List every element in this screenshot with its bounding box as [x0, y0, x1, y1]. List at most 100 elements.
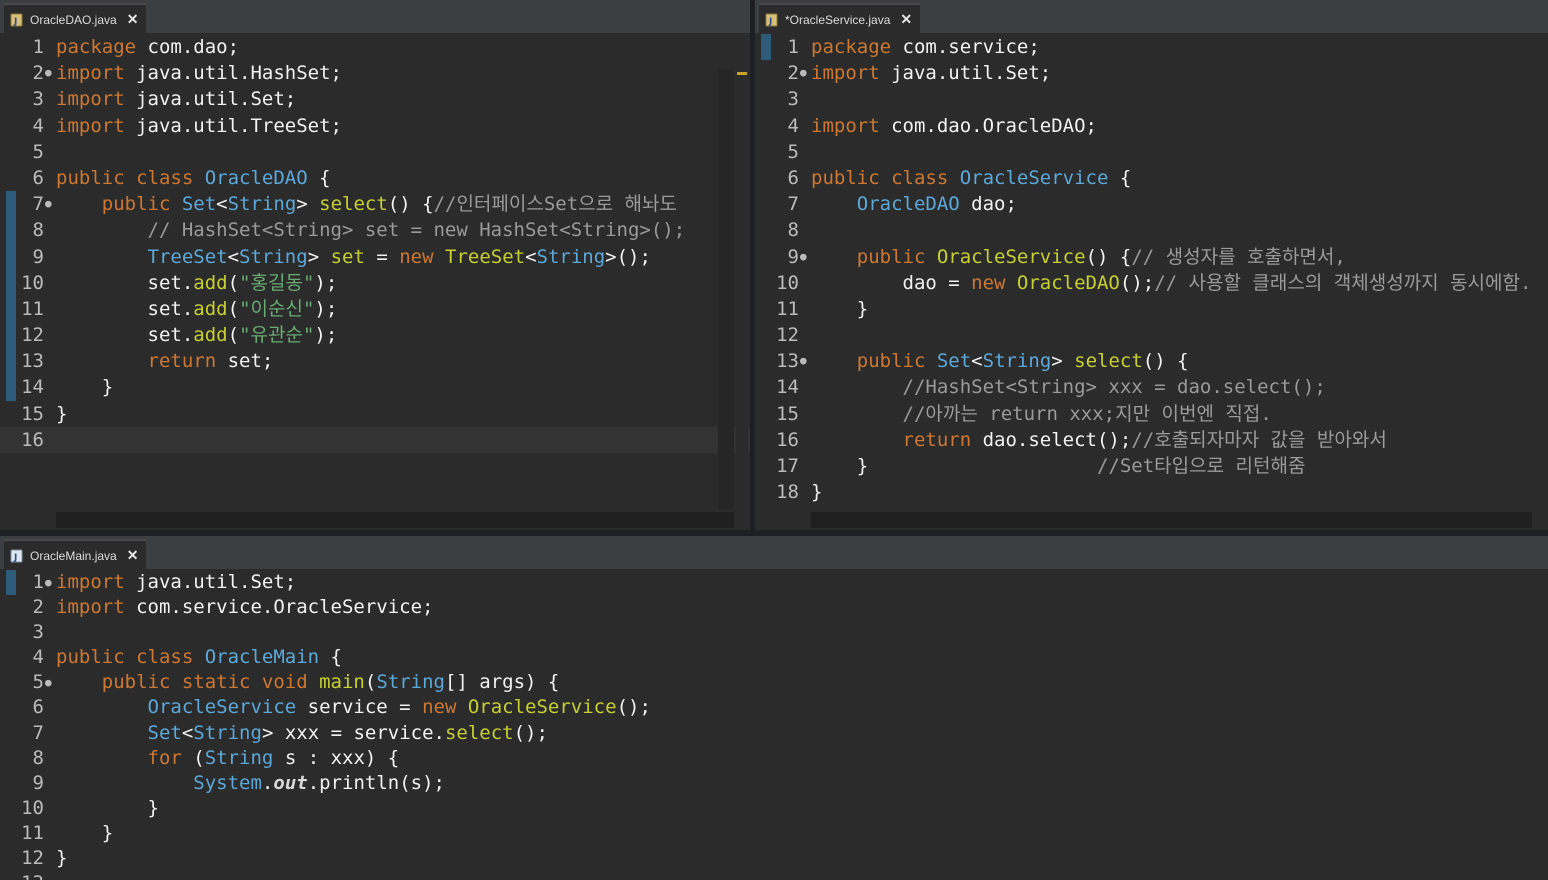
code-token: ); [314, 297, 338, 320]
line-number: 3 [32, 621, 44, 644]
code-line[interactable]: 12} [0, 846, 1548, 871]
code-text: //아까는 return xxx;지만 이번엔 직접. [811, 401, 1272, 427]
code-editor-oracledao[interactable]: 1 package com.dao; 2 ● import java.util.Hash… [0, 34, 750, 530]
code-line[interactable]: 15} [0, 401, 750, 427]
close-icon[interactable]: ✕ [127, 11, 139, 28]
fold-icon[interactable]: ● [45, 191, 55, 217]
fold-icon[interactable]: ● [800, 60, 810, 86]
code-line[interactable]: 16 return dao.select();//호출되자마자 값을 받아와서 [755, 427, 1548, 453]
tab-oraclemain[interactable]: J OracleMain.java ✕ [4, 539, 147, 570]
code-line[interactable]: 16 [0, 426, 750, 453]
tab-oracleservice[interactable]: J *OracleService.java ✕ [759, 3, 921, 34]
code-token: java.util.Set; [136, 571, 297, 593]
fold-icon[interactable]: ● [800, 244, 810, 270]
code-line[interactable]: 6 OracleService service = new OracleServ… [0, 695, 1548, 720]
code-token: String [204, 746, 274, 769]
code-line[interactable]: 5 [0, 139, 750, 165]
code-token: OracleDAO [1016, 271, 1120, 294]
code-line[interactable]: 7 Set<String> xxx = service.select(); [0, 721, 1548, 746]
code-line[interactable]: 13 return set; [0, 348, 750, 375]
fold-icon[interactable]: ● [45, 570, 55, 595]
code-token: set. [56, 297, 194, 320]
code-line[interactable]: 7 OracleDAO dao; [755, 191, 1548, 217]
code-line[interactable]: 11 set.add("이순신"); [0, 295, 750, 323]
code-line[interactable]: 2 import com.service.OracleService; [0, 595, 1548, 620]
fold-icon[interactable]: ● [45, 670, 55, 695]
code-line[interactable]: 10 } [0, 796, 1548, 821]
code-line[interactable]: 8 for (String s : xxx) { [0, 746, 1548, 771]
line-number: 14 [776, 376, 799, 399]
code-text: import java.util.Set; [56, 570, 296, 595]
code-line[interactable]: 6 public class OracleDAO { [0, 165, 750, 191]
code-token: ( [227, 324, 240, 347]
code-line[interactable]: 1 package com.service; [755, 34, 1548, 61]
horizontal-scrollbar[interactable] [56, 512, 734, 528]
code-line[interactable]: 6 public class OracleService { [755, 165, 1548, 191]
code-line[interactable]: 8 // HashSet<String> set = new HashSet<S… [0, 217, 750, 244]
code-token: (); [1119, 271, 1155, 294]
code-line[interactable]: 8 [755, 217, 1548, 243]
line-number: 9 [787, 245, 799, 268]
vertical-scrollbar[interactable] [718, 70, 734, 510]
close-icon[interactable]: ✕ [127, 547, 139, 564]
fold-icon[interactable]: ● [45, 60, 55, 86]
code-editor-oracleservice[interactable]: 1 package com.service; 2 ● import java.util.… [755, 34, 1548, 530]
line-number: 8 [32, 219, 44, 242]
tab-oracledao[interactable]: J OracleDAO.java ✕ [4, 3, 147, 34]
code-text: public class OracleMain { [56, 645, 342, 670]
code-line[interactable]: 2 ● import java.util.Set; [755, 60, 1548, 86]
warning-marker[interactable] [737, 72, 747, 75]
code-text: import java.util.Set; [56, 86, 296, 112]
code-token: String [536, 245, 606, 268]
code-text: import com.dao.OracleDAO; [811, 113, 1097, 139]
code-line[interactable]: 5 ● public static void main(String[] args… [0, 670, 1548, 695]
code-text: public static void main(String[] args) { [56, 670, 560, 695]
code-token: com.service.OracleService; [136, 596, 434, 619]
code-editor-oraclemain[interactable]: 1 ● import java.util.Set; 2 import com.servi… [0, 570, 1548, 880]
code-line[interactable]: 7 ● public Set<String> select() {//인터페이스S… [0, 191, 750, 218]
code-token: ); [314, 271, 338, 294]
code-line[interactable]: 17 } //Set타입으로 리턴해줌 [755, 453, 1548, 479]
code-line[interactable]: 4 public class OracleMain { [0, 645, 1548, 670]
code-line[interactable]: 12 set.add("유관순"); [0, 322, 750, 349]
code-token: import [811, 114, 892, 137]
code-line[interactable]: 2 ● import java.util.HashSet; [0, 60, 750, 86]
code-line[interactable]: 13 ● public Set<String> select() { [755, 348, 1548, 374]
code-line[interactable]: 3 [755, 86, 1548, 112]
code-line[interactable]: 4 import com.dao.OracleDAO; [755, 113, 1548, 139]
code-line[interactable]: 14 //HashSet<String> xxx = dao.select(); [755, 374, 1548, 400]
code-line[interactable]: 1 ● import java.util.Set; [0, 570, 1548, 596]
code-line[interactable]: 14 } [0, 374, 750, 401]
code-line[interactable]: 10 set.add("홍길동"); [0, 269, 750, 296]
horizontal-scrollbar[interactable] [811, 512, 1532, 528]
code-line[interactable]: 1 package com.dao; [0, 34, 750, 60]
code-line[interactable]: 18} [755, 479, 1548, 505]
code-line[interactable]: 9 TreeSet<String> set = new TreeSet<Stri… [0, 243, 750, 270]
code-line[interactable]: 9 System.out.println(s); [0, 771, 1548, 796]
code-line[interactable]: 15 //아까는 return xxx;지만 이번엔 직접. [755, 401, 1548, 427]
fold-icon[interactable]: ● [800, 348, 810, 374]
code-token: set; [227, 350, 274, 373]
line-number: 11 [776, 297, 799, 320]
code-line[interactable]: 3 import java.util.Set; [0, 86, 750, 112]
code-line[interactable]: 10 dao = new OracleDAO();// 사용할 클래스의 객체생… [755, 270, 1548, 296]
code-line[interactable]: 11 } [0, 821, 1548, 846]
close-icon[interactable]: ✕ [900, 11, 912, 28]
code-token: java.util.HashSet; [136, 62, 342, 85]
code-line[interactable]: 9 ● public OracleService() {// 생성자를 호출하면서… [755, 244, 1548, 270]
line-number: 2 [32, 62, 44, 85]
code-line[interactable]: 12 [755, 322, 1548, 348]
code-line[interactable]: 13 [0, 871, 1548, 880]
code-text: set.add("이순신"); [56, 296, 338, 322]
code-line[interactable]: 11 } [755, 296, 1548, 322]
code-line[interactable]: 5 [755, 139, 1548, 165]
line-number: 5 [32, 140, 44, 163]
code-token: add [193, 297, 228, 320]
code-token: { [307, 166, 331, 189]
code-token: String [982, 350, 1052, 373]
code-line[interactable]: 4 import java.util.TreeSet; [0, 113, 750, 139]
code-token: > [296, 193, 320, 216]
code-line[interactable]: 3 [0, 620, 1548, 645]
